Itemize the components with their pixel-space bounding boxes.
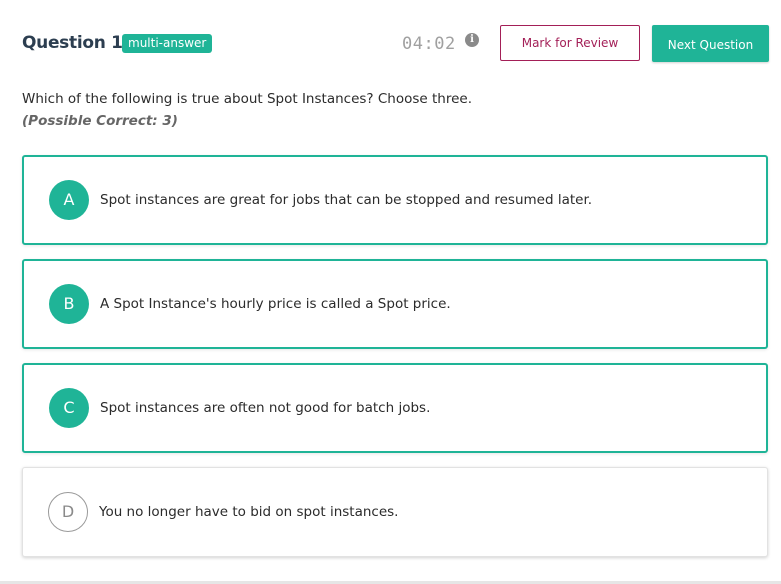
info-icon[interactable]: i — [465, 33, 479, 47]
option-text: A Spot Instance's hourly price is called… — [100, 296, 451, 312]
answer-option-a[interactable]: A Spot instances are great for jobs that… — [22, 155, 768, 245]
question-number: Question 1 — [22, 33, 123, 53]
answer-option-c[interactable]: C Spot instances are often not good for … — [22, 363, 768, 453]
option-letter-badge: C — [49, 388, 89, 428]
next-question-button[interactable]: Next Question — [652, 25, 769, 62]
possible-correct-note: (Possible Correct: 3) — [22, 113, 178, 129]
answer-option-d[interactable]: D You no longer have to bid on spot inst… — [22, 467, 768, 557]
option-text: You no longer have to bid on spot instan… — [99, 504, 399, 520]
option-letter-badge: D — [48, 492, 88, 532]
answer-option-b[interactable]: B A Spot Instance's hourly price is call… — [22, 259, 768, 349]
question-text: Which of the following is true about Spo… — [22, 91, 473, 107]
exam-page: Question 1 multi-answer 04:02 i Mark for… — [0, 0, 781, 584]
option-text: Spot instances are great for jobs that c… — [100, 192, 593, 208]
option-text: Spot instances are often not good for ba… — [100, 400, 431, 416]
question-header: Question 1 multi-answer 04:02 i Mark for… — [0, 0, 781, 86]
option-letter-badge: B — [49, 284, 89, 324]
question-type-badge: multi-answer — [122, 34, 213, 53]
mark-for-review-button[interactable]: Mark for Review — [500, 25, 640, 61]
option-letter-badge: A — [49, 180, 89, 220]
countdown-timer: 04:02 — [402, 34, 456, 54]
